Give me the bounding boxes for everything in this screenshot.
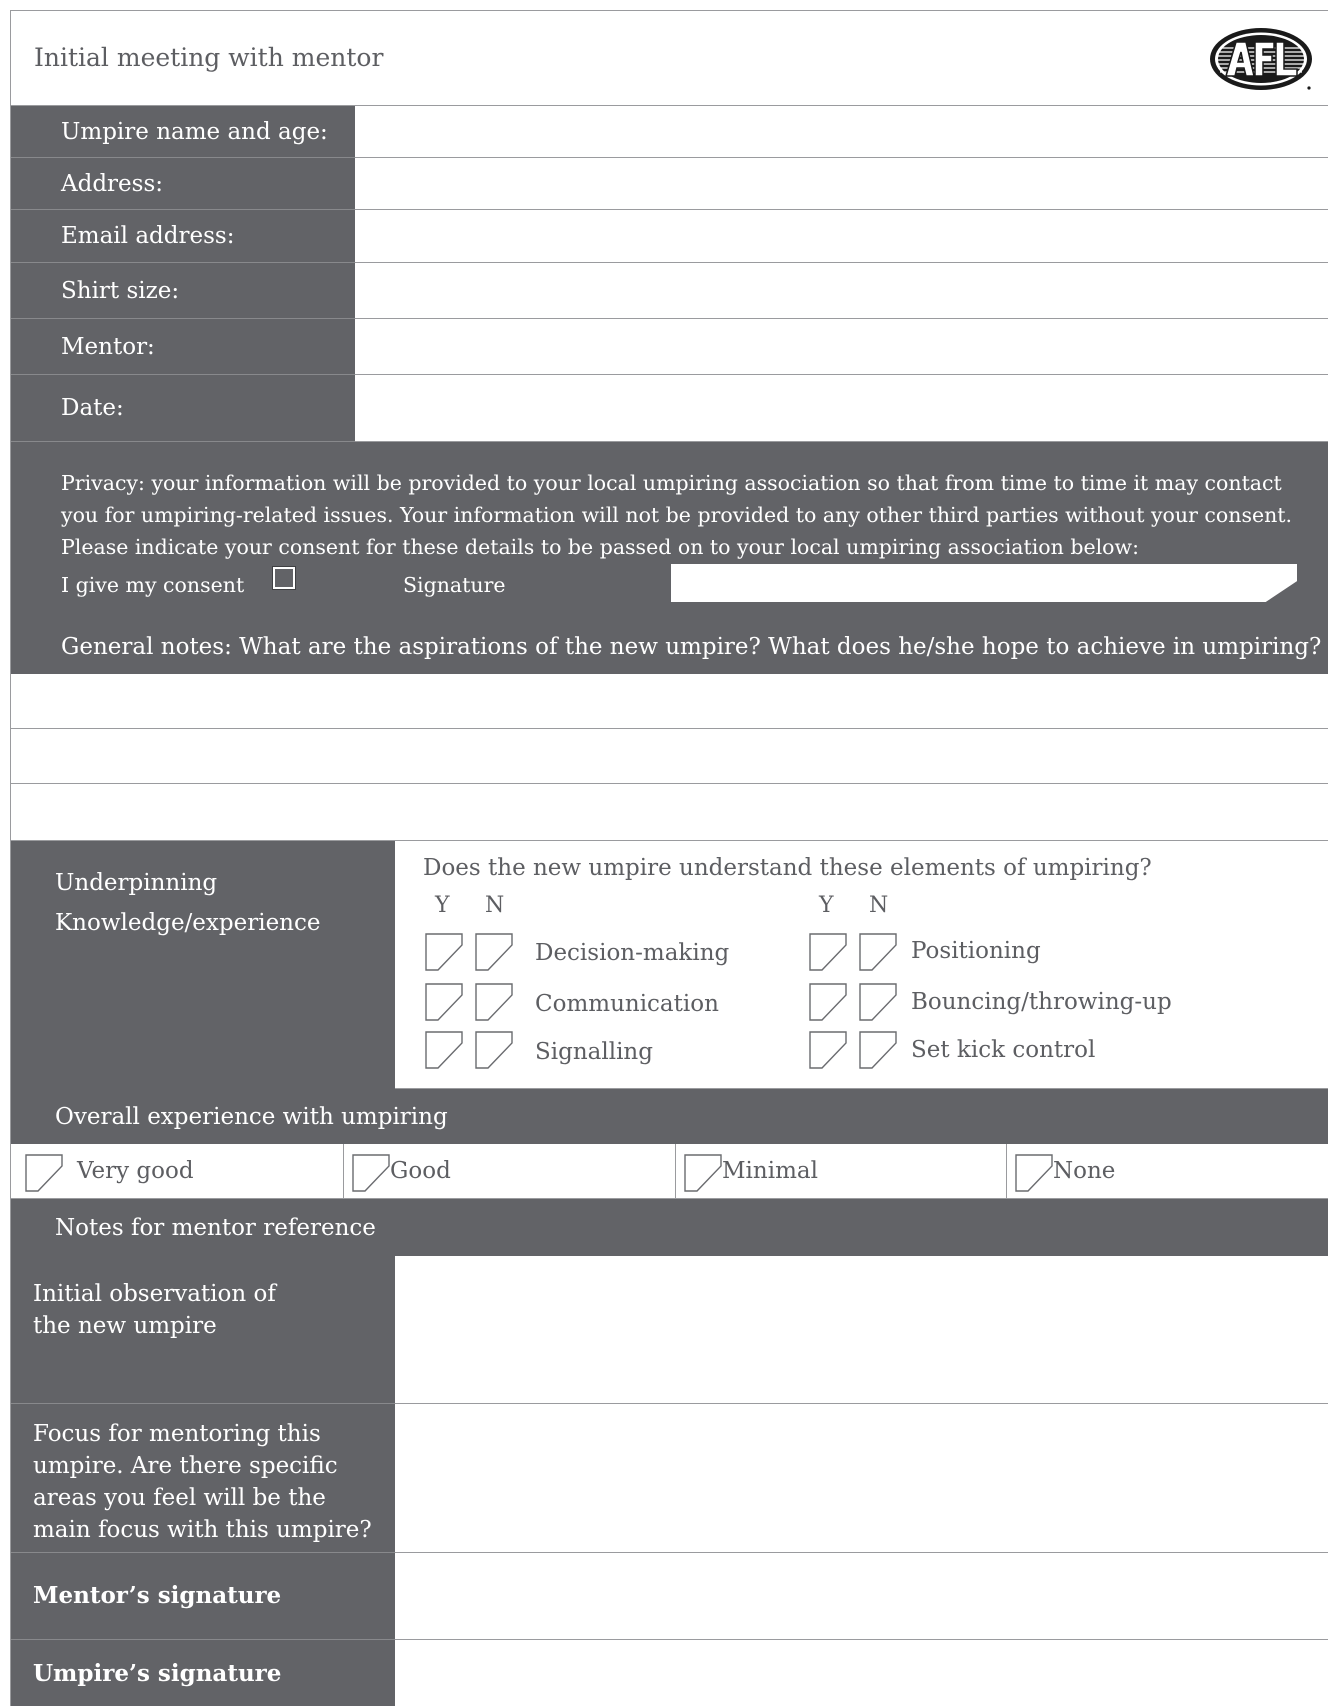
field-row-date: Date: <box>11 375 1328 442</box>
initial-observation-row: Initial observation of the new umpire <box>11 1256 1328 1404</box>
option-very-good[interactable]: Very good <box>11 1144 344 1199</box>
field-label-shirt-size: Shirt size: <box>11 263 355 319</box>
field-row-email: Email address: <box>11 210 1328 263</box>
field-label-umpire-name: Umpire name and age: <box>11 106 355 158</box>
option-none[interactable]: None <box>1007 1144 1328 1199</box>
consent-checkbox[interactable] <box>273 567 295 589</box>
signature-label: Signature <box>403 573 506 597</box>
umpire-signature-label: Umpire’s signature <box>11 1640 395 1706</box>
underpinning-label-line2: Knowledge/experience <box>55 910 321 936</box>
signalling-yes-checkbox[interactable] <box>425 1031 463 1069</box>
set-kick-no-checkbox[interactable] <box>859 1031 897 1069</box>
mentoring-focus-row: Focus for mentoring this umpire. Are the… <box>11 1404 1328 1553</box>
none-checkbox[interactable] <box>1015 1154 1053 1192</box>
mentor-signature-label: Mentor’s signature <box>11 1553 395 1640</box>
decision-making-no-checkbox[interactable] <box>475 933 513 971</box>
mentor-signature-field[interactable] <box>395 1553 1328 1640</box>
field-row-mentor: Mentor: <box>11 319 1328 375</box>
field-label-address: Address: <box>11 158 355 210</box>
mentoring-focus-field[interactable] <box>395 1404 1328 1553</box>
item-communication: Communication <box>535 991 719 1017</box>
mentor-field[interactable] <box>355 319 1328 375</box>
underpinning-section: Underpinning Knowledge/experience Does t… <box>11 841 1328 1089</box>
mentor-notes-heading: Notes for mentor reference <box>11 1199 1328 1256</box>
general-notes-line-3[interactable] <box>11 784 1328 841</box>
general-notes-line-2[interactable] <box>11 729 1328 784</box>
underpinning-label: Underpinning Knowledge/experience <box>11 841 395 1089</box>
field-label-date: Date: <box>11 375 355 442</box>
field-label-mentor: Mentor: <box>11 319 355 375</box>
option-label-very-good: Very good <box>77 1158 194 1184</box>
item-set-kick-control: Set kick control <box>911 1037 1096 1063</box>
consent-label: I give my consent <box>61 573 245 597</box>
option-label-none: None <box>1053 1158 1116 1184</box>
shirt-size-field[interactable] <box>355 263 1328 319</box>
general-notes-heading: General notes: What are the aspirations … <box>11 620 1328 674</box>
underpinning-checklist: Does the new umpire understand these ele… <box>395 841 1328 1089</box>
page-title: Initial meeting with mentor <box>34 43 384 72</box>
signalling-no-checkbox[interactable] <box>475 1031 513 1069</box>
field-row-umpire-name: Umpire name and age: <box>11 106 1328 158</box>
email-field[interactable] <box>355 210 1328 263</box>
yes-header-left: Y <box>435 893 450 918</box>
overall-experience-heading: Overall experience with umpiring <box>11 1089 1328 1144</box>
option-minimal[interactable]: Minimal <box>676 1144 1007 1199</box>
option-label-minimal: Minimal <box>722 1158 818 1184</box>
afl-logo-icon <box>1210 28 1312 90</box>
initial-observation-label: Initial observation of the new umpire <box>11 1256 395 1404</box>
set-kick-yes-checkbox[interactable] <box>809 1031 847 1069</box>
decision-making-yes-checkbox[interactable] <box>425 933 463 971</box>
yes-header-right: Y <box>819 893 834 918</box>
option-good[interactable]: Good <box>344 1144 676 1199</box>
field-row-address: Address: <box>11 158 1328 210</box>
communication-no-checkbox[interactable] <box>475 983 513 1021</box>
umpire-signature-field[interactable] <box>395 1640 1328 1706</box>
general-notes-line-1[interactable] <box>11 674 1328 729</box>
field-label-email: Email address: <box>11 210 355 263</box>
communication-yes-checkbox[interactable] <box>425 983 463 1021</box>
form-header: Initial meeting with mentor <box>11 11 1328 106</box>
option-label-good: Good <box>390 1158 451 1184</box>
address-field[interactable] <box>355 158 1328 210</box>
underpinning-question: Does the new umpire understand these ele… <box>423 855 1152 881</box>
form-page: Initial meeting with mentor Umpire name … <box>10 10 1328 1706</box>
minimal-checkbox[interactable] <box>684 1154 722 1192</box>
item-positioning: Positioning <box>911 938 1041 964</box>
item-decision-making: Decision-making <box>535 940 730 966</box>
mentor-signature-row: Mentor’s signature <box>11 1553 1328 1640</box>
no-header-right: N <box>869 893 889 918</box>
underpinning-label-line1: Underpinning <box>55 870 218 896</box>
good-checkbox[interactable] <box>352 1154 390 1192</box>
field-row-shirt-size: Shirt size: <box>11 263 1328 319</box>
privacy-section: Privacy: your information will be provid… <box>11 442 1328 620</box>
bouncing-yes-checkbox[interactable] <box>809 983 847 1021</box>
positioning-no-checkbox[interactable] <box>859 933 897 971</box>
item-bouncing-throwing-up: Bouncing/throwing-up <box>911 989 1172 1015</box>
privacy-text: Privacy: your information will be provid… <box>61 471 1293 559</box>
mentoring-focus-label: Focus for mentoring this umpire. Are the… <box>11 1404 395 1553</box>
umpire-name-field[interactable] <box>355 106 1328 158</box>
umpire-signature-row: Umpire’s signature <box>11 1640 1328 1706</box>
bouncing-no-checkbox[interactable] <box>859 983 897 1021</box>
overall-experience-options: Very good Good Minimal None <box>11 1144 1328 1199</box>
initial-observation-field[interactable] <box>395 1256 1328 1404</box>
positioning-yes-checkbox[interactable] <box>809 933 847 971</box>
very-good-checkbox[interactable] <box>25 1154 63 1192</box>
no-header-left: N <box>485 893 505 918</box>
item-signalling: Signalling <box>535 1039 653 1065</box>
consent-signature-field[interactable] <box>671 564 1297 602</box>
date-field[interactable] <box>355 375 1328 442</box>
